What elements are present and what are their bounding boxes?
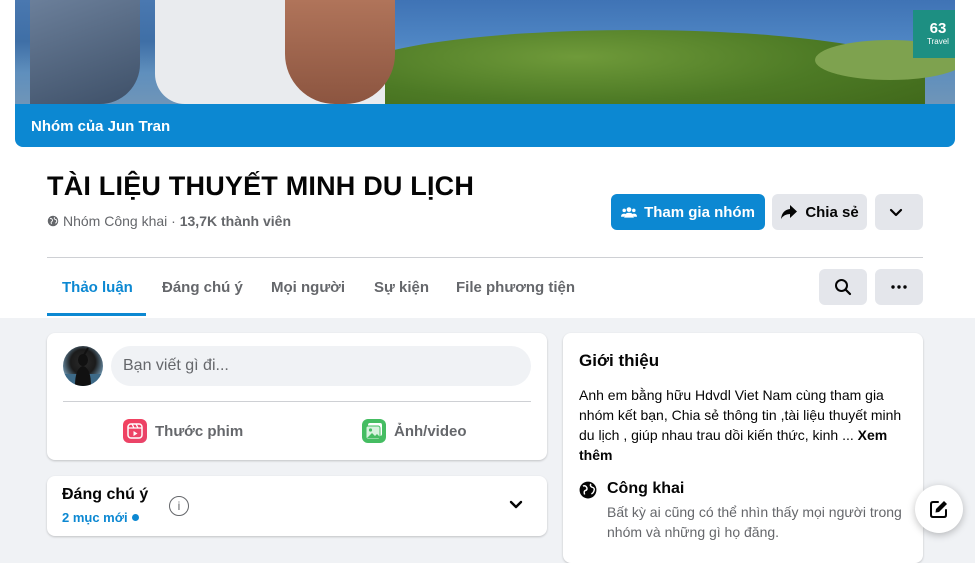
brand-logo-number: 63	[929, 20, 947, 37]
tab-people[interactable]: Mọi người	[271, 279, 345, 296]
tab-featured[interactable]: Đáng chú ý	[162, 279, 243, 296]
tab-discussion[interactable]: Thảo luận	[62, 279, 133, 296]
reel-label: Thước phim	[155, 422, 244, 440]
info-icon[interactable]: i	[169, 496, 189, 516]
join-group-label: Tham gia nhóm	[644, 203, 755, 221]
avatar-silhouette-icon	[63, 347, 103, 386]
cover-arm	[285, 0, 395, 104]
more-options-dropdown[interactable]	[875, 194, 923, 230]
photo-video-label: Ảnh/video	[394, 422, 467, 440]
avatar[interactable]	[63, 346, 103, 386]
featured-title: Đáng chú ý	[62, 486, 149, 503]
group-owner-label[interactable]: Nhóm của Jun Tran	[31, 118, 170, 135]
photo-video-button[interactable]: Ảnh/video	[362, 419, 467, 443]
meta-separator: ·	[167, 213, 180, 229]
reel-button[interactable]: Thước phim	[123, 419, 243, 443]
cover-backpack	[30, 0, 140, 104]
tab-events[interactable]: Sự kiện	[374, 279, 429, 296]
composer-placeholder: Bạn viết gì đi...	[123, 357, 229, 374]
chevron-down-icon[interactable]	[509, 496, 523, 514]
header-divider	[47, 257, 923, 258]
group-owner-bar[interactable]: Nhóm của Jun Tran	[15, 104, 955, 147]
ellipsis-icon	[891, 285, 907, 289]
share-button[interactable]: Chia sẻ	[772, 194, 867, 230]
new-post-button[interactable]	[915, 485, 963, 533]
public-globe-icon	[579, 481, 597, 504]
about-title: Giới thiệu	[579, 351, 660, 370]
group-title: TÀI LIỆU THUYẾT MINH DU LỊCH	[47, 171, 475, 201]
privacy-description: Bất kỳ ai cũng có thể nhìn thấy mọi ngườ…	[607, 504, 902, 540]
about-description-text: Anh em bằng hữu Hdvdl Viet Nam cùng tham…	[579, 387, 902, 443]
join-group-button[interactable]: Tham gia nhóm	[611, 194, 765, 230]
group-privacy: Nhóm Công khai	[63, 213, 168, 229]
tab-media[interactable]: File phương tiện	[456, 279, 575, 296]
share-arrow-icon	[781, 205, 798, 219]
featured-count-label: 2 mục mới	[62, 510, 128, 525]
member-count[interactable]: 13,7K thành viên	[180, 213, 291, 229]
unread-dot-icon	[131, 514, 139, 521]
about-card: Giới thiệu Anh em bằng hữu Hdvdl Viet Na…	[563, 333, 923, 563]
brand-logo: 63 Travel	[913, 10, 955, 58]
composer-input[interactable]: Bạn viết gì đi...	[111, 346, 531, 386]
cover-photo[interactable]: 63 Travel	[15, 0, 955, 104]
search-button[interactable]	[819, 269, 867, 305]
globe-icon	[47, 214, 59, 230]
about-description: Anh em bằng hữu Hdvdl Viet Nam cùng tham…	[579, 385, 914, 465]
brand-logo-text: Travel	[927, 37, 949, 46]
composer-divider	[63, 401, 531, 402]
more-menu-button[interactable]	[875, 269, 923, 305]
people-icon	[621, 207, 638, 218]
reel-icon	[123, 419, 147, 443]
featured-new-count: 2 mục mới	[62, 510, 139, 525]
chevron-down-icon	[889, 208, 902, 216]
featured-card[interactable]: Đáng chú ý 2 mục mới i	[47, 476, 547, 536]
share-label: Chia sẻ	[805, 203, 859, 221]
privacy-title: Công khai	[607, 480, 685, 497]
search-icon	[835, 279, 852, 296]
photo-icon	[362, 419, 386, 443]
group-meta: Nhóm Công khai · 13,7K thành viên	[47, 213, 291, 230]
compose-icon	[930, 501, 947, 518]
active-tab-indicator	[47, 313, 146, 316]
post-composer: Bạn viết gì đi... Thước phim Ảnh/video	[47, 333, 547, 460]
